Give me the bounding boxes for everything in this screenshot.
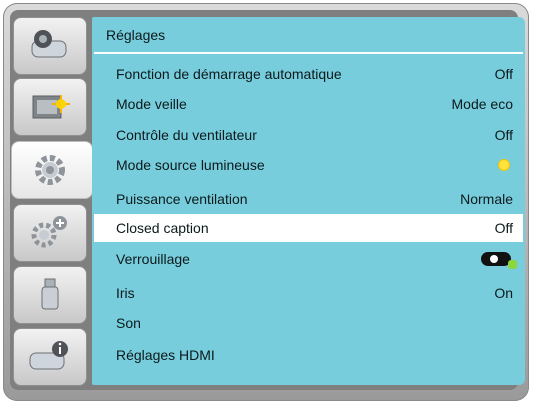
sidebar [11, 13, 93, 386]
menu-item-value: Normale [460, 191, 513, 207]
sidebar-item-extended[interactable] [13, 204, 87, 262]
gear-plus-icon [31, 216, 67, 248]
menu-item-light-source-mode[interactable]: Mode source lumineuse [94, 151, 523, 179]
menu-item-fan-power[interactable]: Puissance ventilation Normale [94, 185, 523, 213]
menu-item-hdmi-settings[interactable]: Réglages HDMI [94, 341, 523, 369]
projector-icon [31, 30, 67, 58]
info-icon [29, 341, 68, 370]
menu-item-label: Contrôle du ventilateur [116, 127, 257, 143]
menu-item-label: Réglages HDMI [116, 347, 215, 363]
light-bulb-icon [499, 160, 509, 170]
menu-item-value [499, 160, 513, 170]
title-divider [94, 52, 523, 54]
menu-item-label: Iris [116, 285, 135, 301]
menu-item-sound[interactable]: Son [94, 309, 523, 337]
menu-item-iris[interactable]: Iris On [94, 279, 523, 307]
sidebar-item-info[interactable] [13, 328, 87, 386]
menu-item-standby-mode[interactable]: Mode veille Mode eco [94, 90, 523, 118]
settings-panel: Réglages Fonction de démarrage automatiq… [92, 17, 525, 385]
menu-item-label: Mode veille [116, 96, 187, 112]
menu-item-value: Mode eco [451, 96, 513, 112]
display-settings-icon [32, 95, 70, 119]
menu-item-label: Mode source lumineuse [116, 157, 265, 173]
usb-icon [41, 278, 59, 310]
menu-item-lock[interactable]: Verrouillage [94, 245, 523, 273]
panel-title: Réglages [106, 27, 166, 43]
menu-item-label: Son [116, 315, 141, 331]
menu-item-label: Verrouillage [116, 251, 190, 267]
menu-item-auto-start[interactable]: Fonction de démarrage automatique Off [94, 60, 523, 88]
menu-item-label: Fonction de démarrage automatique [116, 66, 342, 82]
menu-item-value: Off [494, 66, 513, 82]
menu-item-value: On [494, 285, 513, 301]
menu-item-closed-caption[interactable]: Closed caption Off [94, 214, 523, 242]
menu-item-label: Puissance ventilation [116, 191, 248, 207]
sidebar-item-media[interactable] [13, 266, 87, 324]
sidebar-item-settings[interactable] [11, 141, 93, 199]
menu-item-value: Off [494, 220, 513, 236]
menu-item-fan-control[interactable]: Contrôle du ventilateur Off [94, 121, 523, 149]
sidebar-item-display[interactable] [13, 78, 87, 136]
gear-icon [35, 155, 65, 185]
menu-item-value: Off [494, 127, 513, 143]
menu-item-label: Closed caption [116, 220, 209, 236]
lock-icon [481, 252, 517, 269]
menu-item-value [481, 252, 517, 269]
sidebar-item-image[interactable] [13, 17, 87, 75]
